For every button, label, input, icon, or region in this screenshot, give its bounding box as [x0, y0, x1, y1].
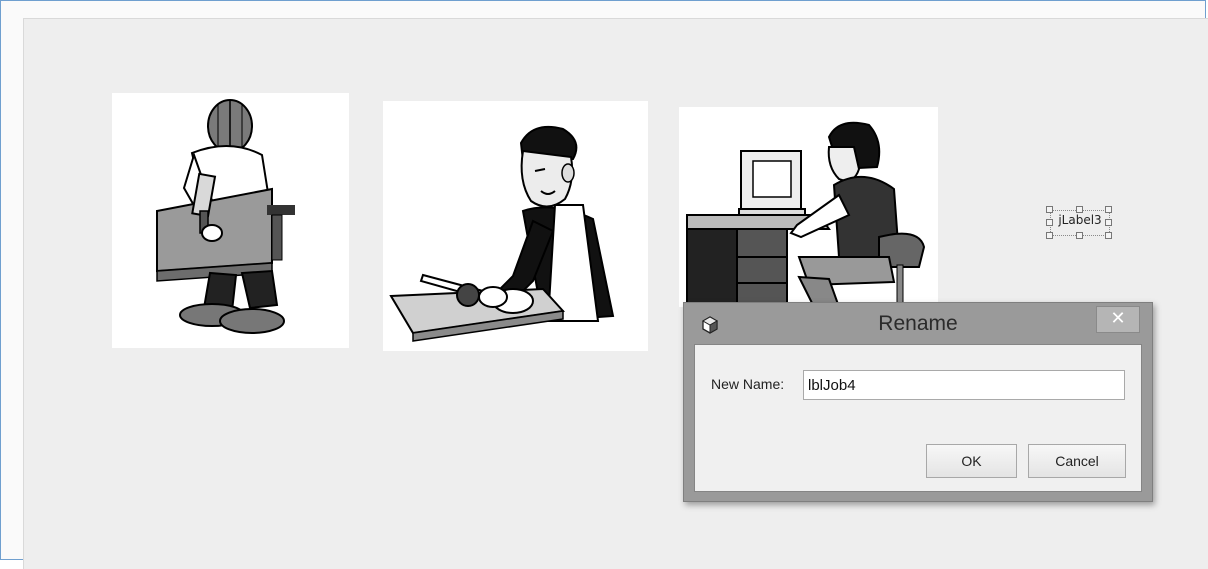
ok-button[interactable]: OK: [926, 444, 1017, 478]
rename-dialog: Rename ✕ New Name: OK Cancel: [683, 302, 1153, 502]
resize-handle-sw[interactable]: [1046, 232, 1053, 239]
cancel-button[interactable]: Cancel: [1028, 444, 1126, 478]
jlabel3-text: jLabel3: [1058, 213, 1102, 227]
new-name-input[interactable]: [803, 370, 1125, 400]
resize-handle-n[interactable]: [1076, 206, 1083, 213]
resize-handle-ne[interactable]: [1105, 206, 1112, 213]
dialog-content: New Name: OK Cancel: [694, 344, 1142, 492]
resize-handle-s[interactable]: [1076, 232, 1083, 239]
chef-cutting-image[interactable]: [383, 101, 648, 351]
new-name-label: New Name:: [711, 376, 785, 392]
resize-handle-nw[interactable]: [1046, 206, 1053, 213]
close-button[interactable]: ✕: [1096, 306, 1140, 333]
resize-handle-se[interactable]: [1105, 232, 1112, 239]
close-icon: ✕: [1110, 308, 1126, 329]
worker-with-drill-image[interactable]: [112, 93, 349, 348]
resize-handle-w[interactable]: [1046, 219, 1053, 226]
dialog-title: Rename: [878, 312, 958, 335]
man-at-computer-image[interactable]: [679, 107, 938, 307]
dialog-titlebar[interactable]: Rename ✕: [684, 303, 1152, 343]
resize-handle-e[interactable]: [1105, 219, 1112, 226]
jlabel3-component[interactable]: jLabel3: [1046, 206, 1112, 239]
